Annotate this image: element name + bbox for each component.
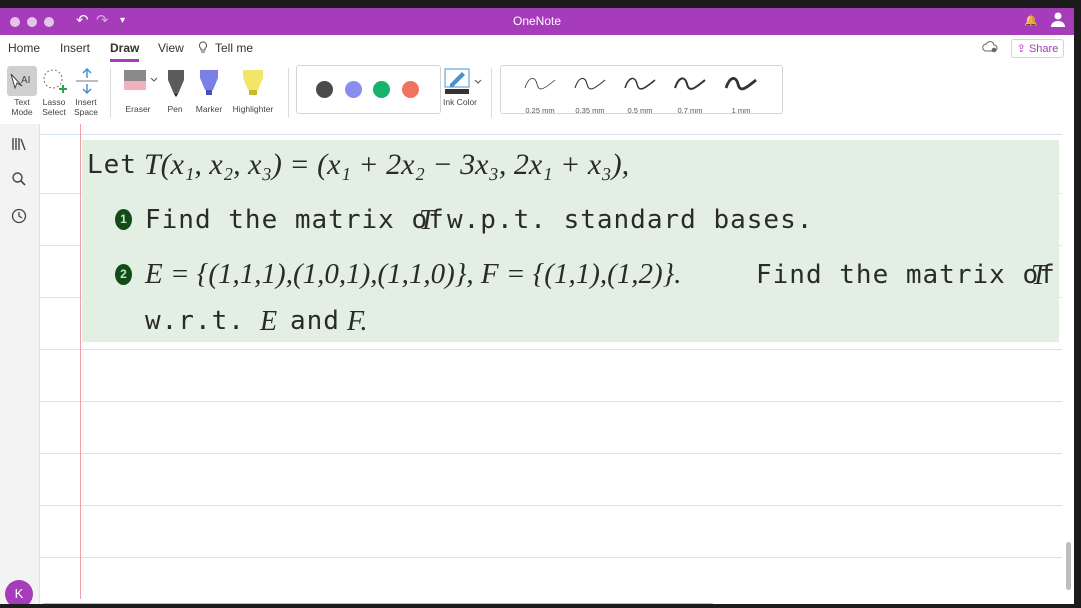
sync-icon[interactable]	[982, 40, 998, 56]
ink-color-icon	[444, 68, 482, 94]
highlighter-icon	[243, 70, 263, 95]
thickness-05mm[interactable]: 0.5 mm	[615, 70, 665, 115]
note-transformation-definition: T(x₁, x₂, x₃) = (x₁ + 2x₂ − 3x₃, 2x₁ + x…	[144, 148, 630, 181]
note-item2-F: F.	[347, 306, 368, 337]
notebooks-icon[interactable]	[11, 136, 27, 157]
title-bar: ↶ ↷ ▾ OneNote 🔔	[0, 8, 1074, 35]
eraser-label: Eraser	[125, 104, 151, 114]
page-margin-line	[80, 124, 81, 599]
note-item1-T: T	[419, 205, 435, 236]
horizontal-scrollbar[interactable]	[42, 603, 714, 604]
text-mode-icon: AI	[10, 73, 30, 90]
search-icon[interactable]	[11, 171, 27, 192]
tab-home[interactable]: Home	[8, 41, 40, 55]
ribbon-tabs: Home Insert Draw View Tell me ⇪ Share	[0, 35, 1074, 62]
thickness-07mm[interactable]: 0.7 mm	[665, 70, 715, 115]
color-swatch-coral[interactable]	[402, 81, 419, 98]
note-item2-and: and	[290, 306, 340, 336]
list-marker-2: 2	[115, 264, 132, 285]
bell-icon[interactable]: 🔔	[1024, 11, 1038, 31]
lasso-select-label: Lasso Select	[42, 97, 66, 117]
pen-tool[interactable]	[166, 68, 186, 98]
insert-space-icon	[76, 67, 98, 95]
note-item1-rest: w.p.t. standard bases.	[447, 205, 814, 235]
stroke-025-icon	[524, 78, 556, 90]
eraser-icon	[124, 70, 158, 90]
insert-space-tool[interactable]	[72, 67, 102, 95]
share-icon: ⇪	[1016, 43, 1029, 55]
ribbon-separator	[110, 68, 111, 118]
note-item1-text: Find the matrix of	[145, 205, 445, 235]
user-avatar[interactable]: K	[5, 580, 33, 604]
list-marker-1: 1	[115, 209, 132, 230]
account-icon[interactable]	[1050, 11, 1066, 33]
stroke-1-icon	[724, 77, 757, 91]
thickness-035mm[interactable]: 0.35 mm	[565, 70, 615, 115]
highlighter-tool[interactable]	[242, 68, 264, 98]
highlighter-label: Highlighter	[232, 104, 274, 114]
ribbon-separator	[491, 68, 492, 118]
pen-label: Pen	[167, 104, 183, 114]
text-mode-label: Text Mode	[11, 97, 33, 117]
thickness-1mm[interactable]: 1 mm	[716, 70, 766, 115]
marker-icon	[200, 70, 218, 95]
share-button[interactable]: ⇪ Share	[1011, 39, 1064, 58]
tell-me-icon[interactable]	[198, 41, 208, 56]
eraser-tool[interactable]	[122, 68, 158, 94]
marker-label: Marker	[195, 104, 223, 114]
svg-text:AI: AI	[21, 75, 30, 86]
navigation-sidebar	[0, 124, 40, 604]
lasso-select-tool[interactable]	[40, 67, 70, 95]
color-swatch-green[interactable]	[373, 81, 390, 98]
note-let: Let	[87, 150, 137, 180]
note-item2-wrt: w.r.t.	[145, 306, 245, 336]
pen-icon	[168, 70, 184, 97]
marker-tool[interactable]	[199, 68, 219, 98]
insert-space-label: Insert Space	[73, 97, 99, 117]
text-mode-tool[interactable]: AI	[7, 66, 37, 96]
color-swatch-periwinkle[interactable]	[345, 81, 362, 98]
note-item2-text: Find the matrix of	[756, 260, 1056, 290]
tab-view[interactable]: View	[158, 41, 184, 55]
stroke-035-icon	[574, 77, 606, 90]
tab-draw[interactable]: Draw	[110, 41, 140, 62]
ink-color-label: Ink Color	[442, 97, 477, 107]
note-item2-bases: E = {(1,1,1),(1,0,1),(1,1,0)}, F = {(1,1…	[145, 258, 682, 290]
vertical-scrollbar[interactable]	[1066, 542, 1071, 590]
tab-tell-me[interactable]: Tell me	[215, 41, 253, 55]
stroke-07-icon	[674, 77, 706, 90]
tab-insert[interactable]: Insert	[60, 41, 90, 55]
thickness-025mm[interactable]: 0.25 mm	[515, 70, 565, 115]
note-item2-T: T	[1031, 260, 1047, 291]
note-item2-E: E	[260, 306, 278, 337]
ink-color-tool[interactable]	[444, 68, 484, 98]
color-swatch-dark-gray[interactable]	[316, 81, 333, 98]
app-title: OneNote	[512, 14, 562, 28]
ribbon-separator	[288, 68, 289, 118]
recent-clock-icon[interactable]	[11, 208, 27, 229]
lasso-icon	[43, 69, 67, 93]
stroke-05-icon	[624, 77, 656, 90]
onenote-window: ↶ ↷ ▾ OneNote 🔔 Home Insert Draw View Te…	[0, 8, 1074, 604]
